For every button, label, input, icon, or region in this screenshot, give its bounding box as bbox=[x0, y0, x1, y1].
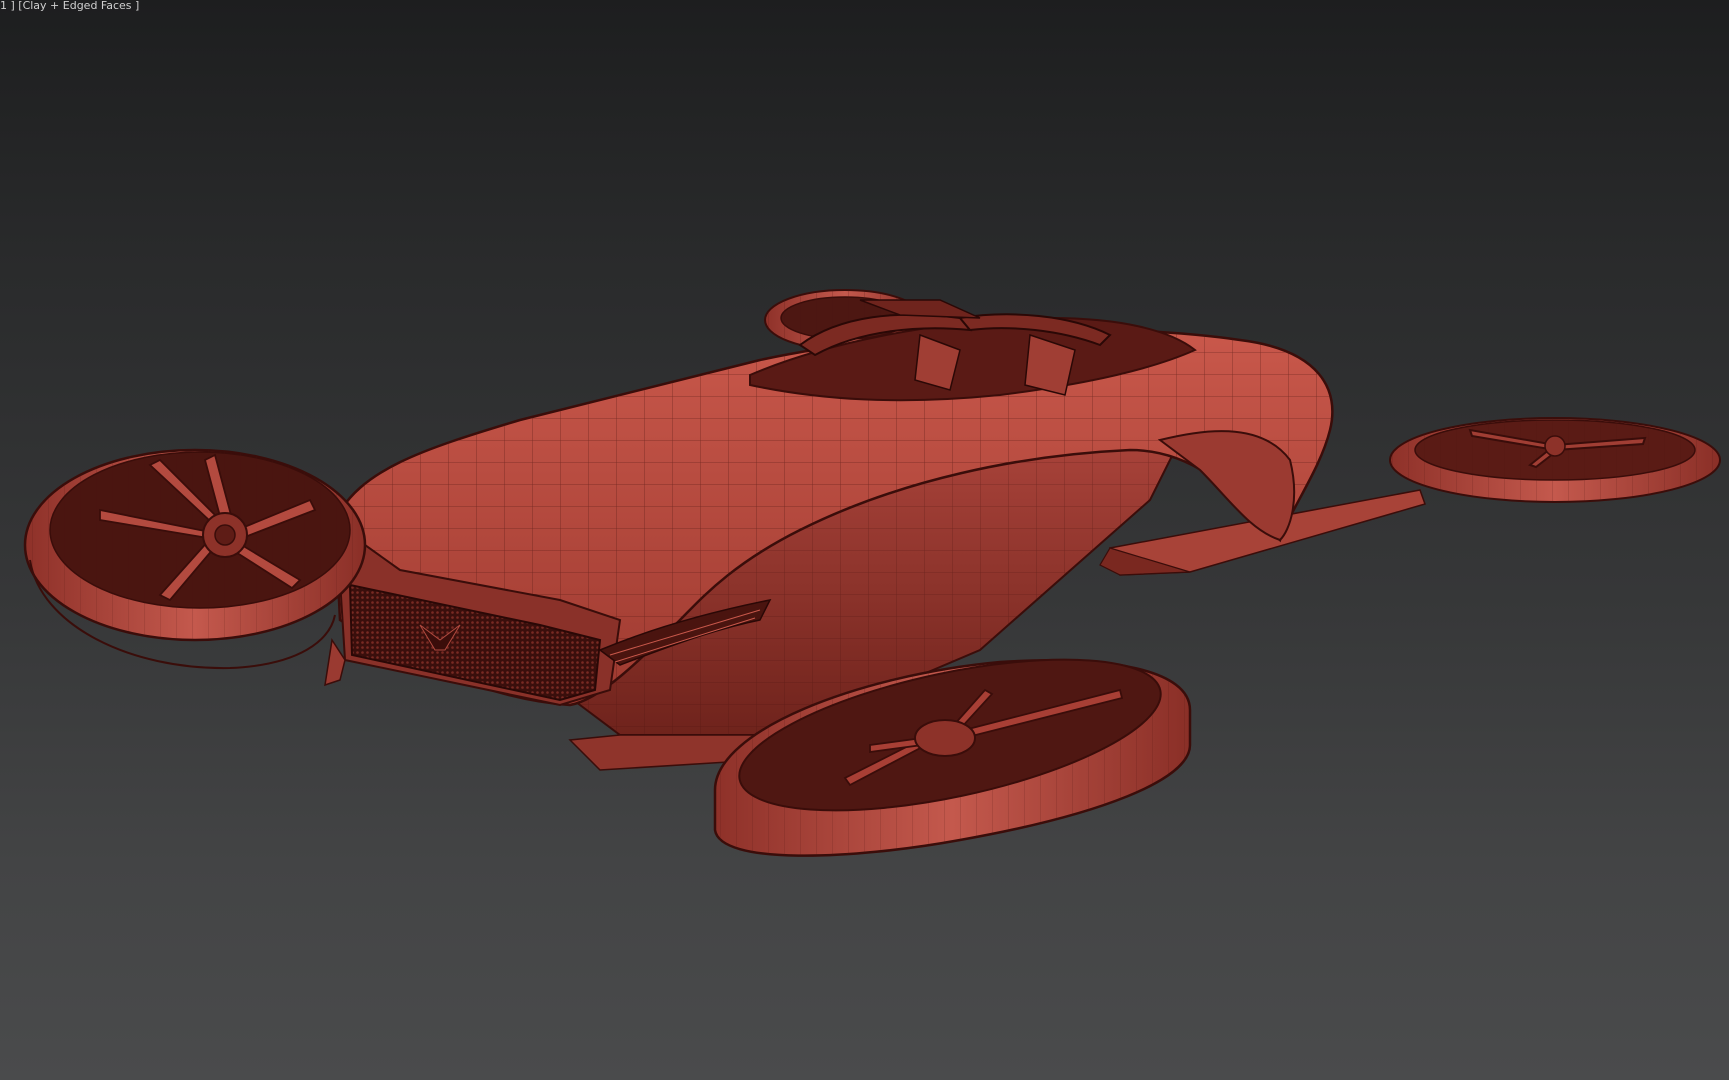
model-render bbox=[23, 289, 1721, 857]
3d-viewport[interactable]: 1 ] [Clay + Edged Faces ] bbox=[0, 0, 1729, 1080]
rotor-ring-left bbox=[23, 448, 367, 670]
rotor-ring-right bbox=[1389, 417, 1721, 503]
